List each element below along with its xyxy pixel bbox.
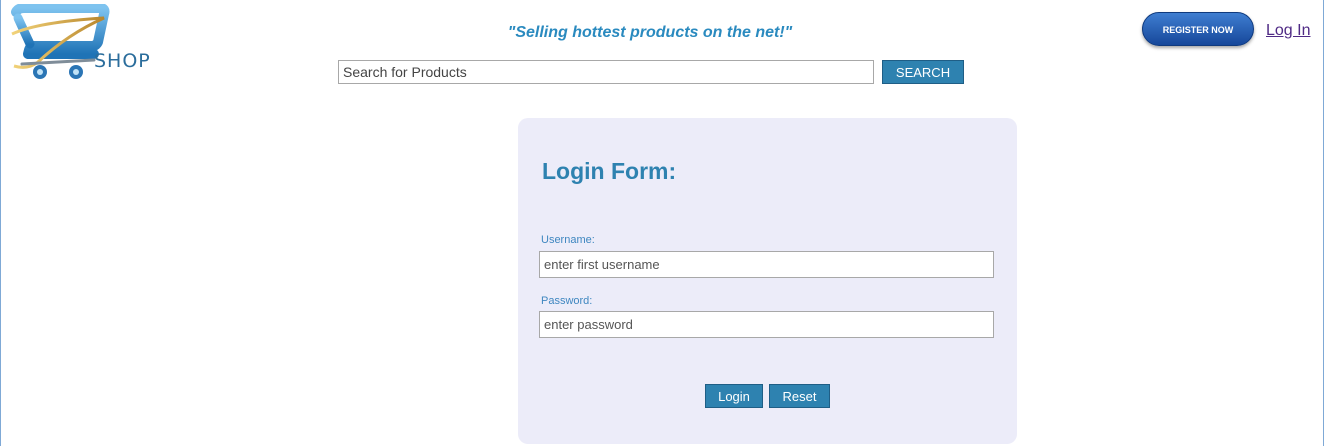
search-button[interactable]: SEARCH bbox=[882, 60, 964, 84]
username-field[interactable] bbox=[539, 251, 994, 278]
login-link[interactable]: Log In bbox=[1266, 22, 1310, 40]
login-form-title: Login Form: bbox=[542, 158, 677, 184]
username-label: Username: bbox=[541, 234, 595, 246]
shop-logo[interactable]: SHOP bbox=[8, 3, 168, 82]
reset-button[interactable]: Reset bbox=[769, 384, 830, 408]
password-field[interactable] bbox=[539, 311, 994, 338]
logo-text: SHOP bbox=[94, 50, 151, 72]
search-input[interactable] bbox=[338, 60, 874, 84]
login-form-panel: Login Form: Username: Password: Login Re… bbox=[518, 118, 1017, 444]
register-now-button[interactable]: REGISTER NOW bbox=[1142, 12, 1254, 46]
tagline: "Selling hottest products on the net!" bbox=[507, 24, 793, 41]
login-button[interactable]: Login bbox=[705, 384, 763, 408]
password-label: Password: bbox=[541, 295, 593, 307]
